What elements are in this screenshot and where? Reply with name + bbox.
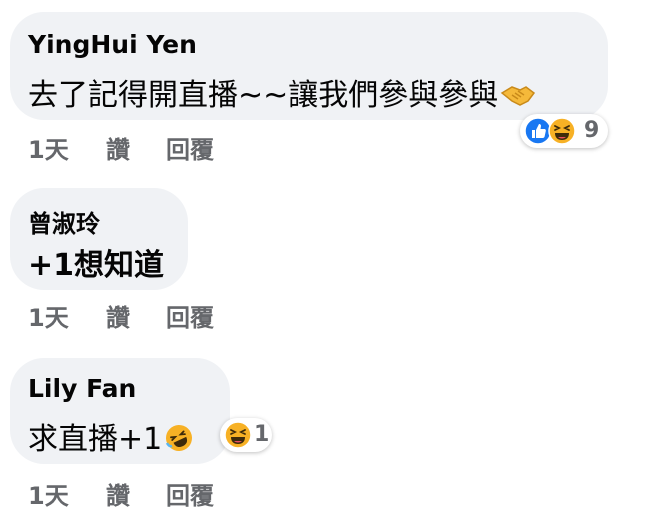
comment-bubble: 曾淑玲 +1想知道 <box>10 188 188 290</box>
comment-text-content: 去了記得開直播~~讓我們參與參與 <box>28 78 499 113</box>
comment-text: 求直播+1 <box>28 414 194 461</box>
comment-author[interactable]: YingHui Yen <box>28 30 197 59</box>
comment-bubble: Lily Fan 求直播+1 <box>10 358 230 464</box>
comment-author[interactable]: 曾淑玲 <box>28 204 100 239</box>
comment-timestamp[interactable]: 1天 <box>28 476 69 511</box>
comment-timestamp[interactable]: 1天 <box>28 130 69 165</box>
haha-icon <box>548 117 576 145</box>
reply-button[interactable]: 回覆 <box>166 130 214 165</box>
handshake-emoji-icon <box>500 81 536 117</box>
reply-button[interactable]: 回覆 <box>166 476 214 511</box>
reaction-count: 9 <box>584 118 600 143</box>
comment-timestamp[interactable]: 1天 <box>28 298 69 333</box>
reaction-summary[interactable]: 1 <box>220 418 272 452</box>
like-button[interactable]: 讚 <box>106 298 130 333</box>
comment-text: 去了記得開直播~~讓我們參與參與 <box>28 70 536 117</box>
haha-icon <box>224 421 252 449</box>
like-button[interactable]: 讚 <box>106 130 130 165</box>
like-button[interactable]: 讚 <box>106 476 130 511</box>
reaction-count: 1 <box>254 422 270 447</box>
reaction-summary[interactable]: 9 <box>520 114 608 148</box>
comment-bubble: YingHui Yen 去了記得開直播~~讓我們參與參與 <box>10 12 608 120</box>
reply-button[interactable]: 回覆 <box>166 298 214 333</box>
comment-author[interactable]: Lily Fan <box>28 374 136 403</box>
comment-text: +1想知道 <box>28 248 165 283</box>
rofl-emoji-icon <box>164 423 194 461</box>
comment-text-content: 求直播+1 <box>28 422 163 457</box>
